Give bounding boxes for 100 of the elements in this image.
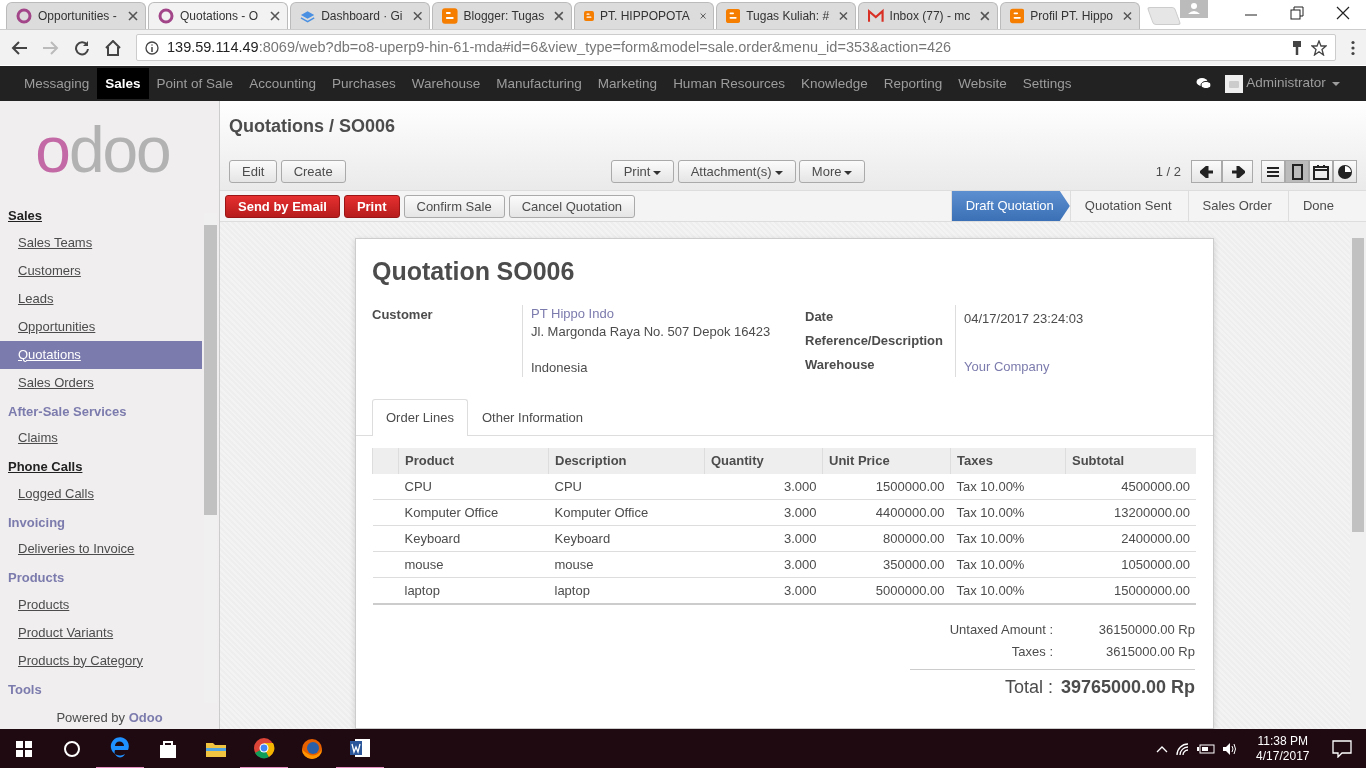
chevron-up-icon[interactable] <box>1156 745 1169 753</box>
menu-item[interactable]: Website <box>950 68 1015 99</box>
table-cell: mouse <box>398 551 549 577</box>
table-cell: laptop <box>548 577 705 604</box>
sidebar-item[interactable]: Products <box>0 590 202 619</box>
battery-icon[interactable] <box>1197 743 1216 755</box>
fox-globe-icon[interactable] <box>300 737 324 761</box>
column-header: Subtotal <box>1065 448 1196 474</box>
table-cell: 3.000 <box>704 551 823 577</box>
dropdown-button[interactable]: More <box>798 160 866 183</box>
form-tab[interactable]: Order Lines <box>372 398 468 436</box>
search-icon[interactable] <box>63 740 81 758</box>
ring-icon <box>158 8 174 24</box>
home-icon[interactable] <box>104 39 122 56</box>
browser-tab[interactable]: Dashboard · Gi <box>290 2 430 29</box>
address-field[interactable]: 139.59.114.49:8069/web?db=o8-uperp9-hin-61-mda#id=6&view_type=form&model=sale.order&menu_id=353&action=426 <box>136 34 1336 61</box>
sidebar-item[interactable]: Customers <box>0 256 202 285</box>
user-menu[interactable]: Administrator <box>1224 73 1340 94</box>
sidebar-item[interactable]: Deliveries to Invoice <box>0 535 202 563</box>
menu-item[interactable]: Purchases <box>323 68 404 99</box>
browser-tab[interactable]: Tugas Kuliah: # <box>716 2 856 29</box>
menu-item[interactable]: Reporting <box>875 68 951 99</box>
sidebar-item[interactable]: Sales Teams <box>0 228 202 257</box>
action-button[interactable]: Cancel Quotation <box>508 194 636 218</box>
browser-tab[interactable]: Opportunities - <box>6 2 146 29</box>
warehouse-link[interactable]: Your Company <box>964 358 1050 374</box>
menu-item[interactable]: Messaging <box>16 68 98 99</box>
chrome-icon[interactable] <box>252 736 276 760</box>
menu-item[interactable]: Knowledge <box>792 68 876 99</box>
previous-button[interactable] <box>1191 160 1222 183</box>
form-tab[interactable]: Other Information <box>467 398 598 435</box>
action-button[interactable]: Confirm Sale <box>403 194 505 218</box>
close-icon[interactable] <box>270 11 280 21</box>
toolbar-button[interactable]: Edit <box>229 160 278 183</box>
menu-item[interactable]: Accounting <box>241 68 324 99</box>
windows-icon[interactable] <box>16 741 32 757</box>
menu-item[interactable]: Sales <box>97 68 149 99</box>
address-text: Jl. Margonda Raya No. 507 Depok 16423 <box>531 322 771 341</box>
clock-text[interactable]: 11:38 PM 4/17/2017 <box>1244 734 1322 764</box>
key-icon[interactable] <box>1291 39 1303 56</box>
sidebar-item[interactable]: Opportunities <box>0 312 202 341</box>
section-heading: Tools <box>7 680 43 699</box>
view-switch-button[interactable] <box>1333 160 1357 183</box>
menu-icon[interactable] <box>1350 39 1356 56</box>
menu-item[interactable]: Marketing <box>589 68 666 99</box>
section-heading: After-Sale Services <box>7 402 128 421</box>
sidebar-item[interactable]: Quotations <box>0 340 202 369</box>
browser-tab[interactable]: Profil PT. Hippo <box>1000 2 1140 29</box>
table-cell: 1050000.00 <box>1065 551 1196 577</box>
sidebar-item[interactable]: Logged Calls <box>0 479 202 508</box>
view-switch-button[interactable] <box>1261 160 1285 183</box>
menu-item[interactable]: Human Resources <box>665 68 793 99</box>
browser-tab[interactable]: PT. HIPPOPOTA <box>574 2 714 29</box>
menu-item[interactable]: Manufacturing <box>488 68 590 99</box>
section-link[interactable]: Phone Calls <box>0 452 202 480</box>
document-icon[interactable] <box>348 736 372 760</box>
dropdown-button[interactable]: Print <box>610 160 675 183</box>
table-cell: laptop <box>398 577 549 604</box>
notification-icon[interactable] <box>1332 740 1352 758</box>
breadcrumb-link[interactable]: Quotations <box>229 116 324 136</box>
table-cell: 4500000.00 <box>1065 473 1196 499</box>
back-icon[interactable] <box>10 39 28 56</box>
speaker-icon[interactable] <box>1221 742 1238 756</box>
menu-item[interactable]: Point of Sale <box>148 68 242 99</box>
browser-tab[interactable]: Inbox (77) - mc <box>858 2 998 29</box>
next-button[interactable] <box>1222 160 1253 183</box>
reload-icon[interactable] <box>74 39 90 56</box>
breadcrumb-separator: / <box>329 116 334 136</box>
sidebar-item[interactable]: Sales Orders <box>0 368 202 397</box>
sidebar-item[interactable]: Claims <box>0 424 202 452</box>
sidebar-item[interactable]: Leads <box>0 284 202 313</box>
table-cell: Komputer Office <box>548 499 705 525</box>
table-cell: 5000000.00 <box>822 577 951 604</box>
logo: odoo <box>34 113 171 188</box>
total-value: 36150000.00 Rp <box>1098 620 1195 639</box>
toolbar-button[interactable]: Create <box>280 160 346 183</box>
action-button[interactable]: Send by Email <box>225 194 340 218</box>
status-stage[interactable]: Draft Quotation <box>950 191 1070 221</box>
view-switch-button[interactable] <box>1285 160 1309 183</box>
dropdown-button[interactable]: Attachment(s) <box>677 160 796 183</box>
section-link[interactable]: Sales <box>0 201 202 229</box>
browser-icon[interactable] <box>108 736 132 760</box>
browser-tab[interactable]: Blogger: Tugas <box>432 2 572 29</box>
menu-item[interactable]: Warehouse <box>403 68 489 99</box>
chat-icon[interactable] <box>1195 76 1212 91</box>
customer-link[interactable]: PT Hippo Indo <box>531 304 771 323</box>
sidebar-item[interactable]: Product Variants <box>0 618 202 647</box>
table-cell: Keyboard <box>398 525 549 551</box>
browser-tab[interactable]: Quotations - O <box>148 2 288 29</box>
action-button[interactable]: Print <box>343 194 400 218</box>
wifi-icon[interactable] <box>1174 742 1191 756</box>
star-icon[interactable] <box>1311 39 1327 56</box>
menu-item[interactable]: Settings <box>1014 68 1080 99</box>
total-label: Untaxed Amount : <box>948 620 1053 639</box>
sidebar-item[interactable]: Products by Category <box>0 646 202 675</box>
total-label: Taxes : <box>1010 642 1053 661</box>
table-cell: mouse <box>548 551 705 577</box>
view-switch-button[interactable] <box>1309 160 1333 183</box>
table-cell: 13200000.00 <box>1065 499 1196 525</box>
breadcrumb-current: SO006 <box>339 116 396 136</box>
